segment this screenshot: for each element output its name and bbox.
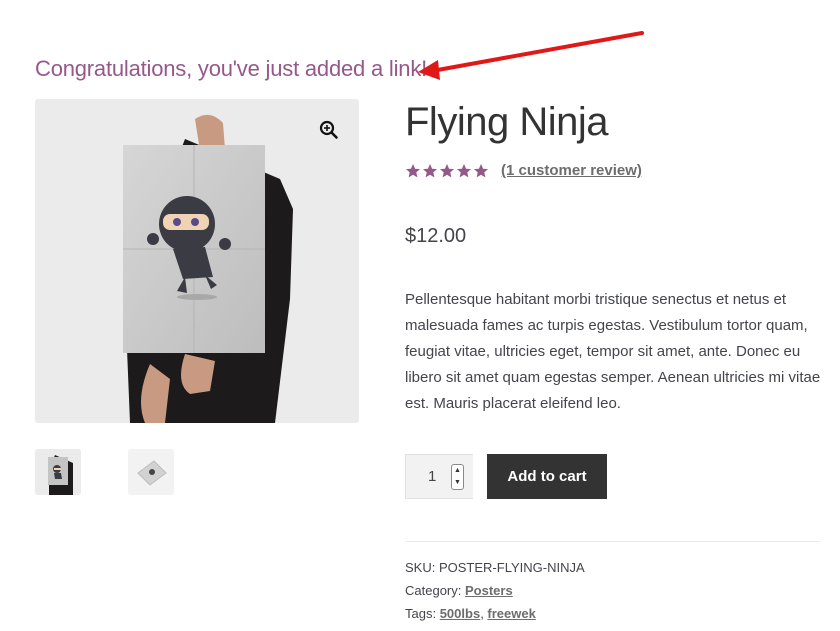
customer-review-link[interactable]: (1 customer review) <box>501 162 642 179</box>
add-to-cart-button[interactable]: Add to cart <box>487 454 607 499</box>
quantity-value[interactable]: 1 <box>428 468 436 485</box>
sku-value: POSTER-FLYING-NINJA <box>438 560 585 575</box>
star-icon <box>457 163 471 177</box>
product-category: Category: Posters <box>405 583 513 598</box>
tag-link-500lbs[interactable]: 500lbs <box>440 606 480 621</box>
product-price: $12.00 <box>405 225 467 247</box>
quantity-stepper[interactable]: 1 ▲ ▼ <box>405 454 473 499</box>
star-icon <box>406 163 420 177</box>
product-thumbnail-1[interactable] <box>35 449 81 495</box>
product-title: Flying Ninja <box>405 100 608 144</box>
quantity-spinner[interactable]: ▲ ▼ <box>451 464 464 490</box>
sku-label: SKU: <box>405 560 436 575</box>
tag-link-freewek[interactable]: freewek <box>487 606 535 621</box>
star-icon <box>440 163 454 177</box>
star-icon <box>474 163 488 177</box>
product-thumbnail-2[interactable] <box>128 449 174 495</box>
chevron-up-icon[interactable]: ▲ <box>452 465 463 477</box>
divider <box>405 541 820 542</box>
category-label: Category: <box>405 583 462 598</box>
chevron-down-icon[interactable]: ▼ <box>452 477 463 489</box>
tags-label: Tags: <box>405 606 437 621</box>
product-main-image[interactable] <box>35 99 359 423</box>
magnifier-plus-icon[interactable] <box>319 120 339 140</box>
category-link-posters[interactable]: Posters <box>465 583 513 598</box>
product-sku: SKU: POSTER-FLYING-NINJA <box>405 560 585 575</box>
product-rating: (1 customer review) <box>405 162 642 179</box>
product-description: Pellentesque habitant morbi tristique se… <box>405 291 821 412</box>
star-icon <box>423 163 437 177</box>
star-rating <box>405 163 489 179</box>
product-tags: Tags: 500lbs, freewek <box>405 606 536 621</box>
notice-message: Congratulations, you've just added a lin… <box>35 56 428 81</box>
